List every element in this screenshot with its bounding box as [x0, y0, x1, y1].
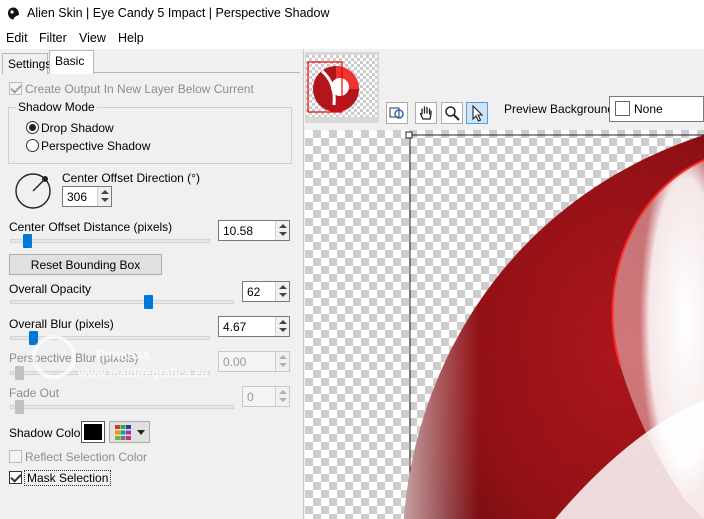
preview-canvas[interactable]: [305, 130, 704, 519]
menu-help[interactable]: Help: [118, 31, 144, 45]
overall-blur-slider[interactable]: [29, 331, 39, 345]
center-offset-distance-label: Center Offset Distance (pixels): [9, 220, 173, 234]
preview-toggle-icon: [389, 107, 404, 119]
fade-out-field[interactable]: 0: [242, 386, 290, 407]
perspective-blur-track[interactable]: [10, 371, 210, 375]
overall-blur-field[interactable]: 4.67: [218, 316, 290, 337]
tab-basic[interactable]: Basic: [49, 50, 94, 74]
shadow-color-fill: [84, 424, 102, 440]
app-icon: [8, 7, 19, 20]
overall-opacity-track[interactable]: [10, 300, 234, 304]
shadow-mode-group: [8, 107, 292, 164]
window-title: Alien Skin | Eye Candy 5 Impact | Perspe…: [27, 6, 330, 20]
center-offset-distance-value: 10.58: [223, 224, 254, 238]
overall-blur-stepper[interactable]: [275, 317, 289, 336]
preview-image: [404, 131, 704, 519]
overall-blur-label: Overall Blur (pixels): [9, 317, 114, 331]
perspective-blur-value: 0.00: [223, 355, 247, 369]
hand-icon: [419, 106, 432, 120]
fade-out-stepper[interactable]: [275, 387, 289, 406]
reflect-selection-color-checkbox[interactable]: [9, 450, 22, 463]
perspective-blur-label: Perspective Blur (pixels): [9, 351, 139, 365]
fade-out-value: 0: [247, 390, 254, 404]
center-offset-distance-stepper[interactable]: [275, 221, 289, 240]
overall-opacity-field[interactable]: 62: [242, 281, 290, 302]
zoom-tool-button[interactable]: [441, 102, 463, 124]
magnifier-icon: [445, 106, 460, 121]
color-grid-icon: [115, 425, 131, 440]
menu-filter[interactable]: Filter: [39, 31, 67, 45]
arrow-pointer-icon: [472, 105, 484, 122]
color-picker-button[interactable]: [109, 421, 150, 443]
shadow-mode-label: Shadow Mode: [16, 100, 97, 114]
perspective-blur-slider[interactable]: [15, 366, 24, 380]
perspective-shadow-radio[interactable]: [26, 139, 39, 152]
select-tool-button[interactable]: [466, 102, 488, 124]
tab-settings[interactable]: Settings: [2, 53, 51, 74]
fade-out-slider[interactable]: [15, 400, 24, 414]
center-offset-distance-track[interactable]: [10, 239, 210, 243]
overall-blur-value: 4.67: [223, 320, 247, 334]
menu-bar: Edit Filter View Help: [0, 28, 704, 49]
center-offset-direction-field[interactable]: 306: [62, 186, 112, 207]
menu-view[interactable]: View: [79, 31, 106, 45]
preview-background-value: None: [634, 102, 663, 116]
hand-tool-button[interactable]: [415, 102, 437, 124]
overall-opacity-slider[interactable]: [143, 295, 153, 309]
menu-edit[interactable]: Edit: [6, 31, 28, 45]
mask-selection-label: Mask Selection: [24, 470, 112, 486]
drop-shadow-label[interactable]: Drop Shadow: [41, 121, 114, 135]
fade-out-label: Fade Out: [9, 386, 60, 400]
perspective-blur-stepper[interactable]: [275, 352, 289, 371]
center-offset-distance-field[interactable]: 10.58: [218, 220, 290, 241]
drop-shadow-radio[interactable]: [26, 121, 39, 134]
create-output-checkbox[interactable]: [9, 82, 22, 95]
shadow-color-swatch[interactable]: [81, 421, 105, 443]
overall-blur-track[interactable]: [10, 336, 210, 340]
reset-bounding-box-button[interactable]: Reset Bounding Box: [9, 254, 162, 275]
direction-dial[interactable]: [13, 171, 53, 211]
center-offset-direction-stepper[interactable]: [97, 187, 111, 206]
overall-opacity-value: 62: [247, 285, 261, 299]
center-offset-direction-label: Center Offset Direction (°): [62, 171, 200, 185]
center-offset-direction-value: 306: [67, 190, 88, 204]
mask-selection-checkbox[interactable]: [9, 471, 22, 484]
center-offset-distance-slider[interactable]: [23, 234, 33, 248]
preview-thumbnail-image[interactable]: [306, 55, 377, 117]
preview-background-label: Preview Background:: [504, 102, 618, 116]
overall-opacity-label: Overall Opacity: [9, 282, 92, 296]
chevron-down-icon: [137, 430, 145, 435]
perspective-blur-field[interactable]: 0.00: [218, 351, 290, 372]
overall-opacity-stepper[interactable]: [275, 282, 289, 301]
fade-out-track[interactable]: [10, 405, 234, 409]
reflect-selection-color-label: Reflect Selection Color: [25, 450, 148, 464]
perspective-shadow-label[interactable]: Perspective Shadow: [41, 139, 150, 153]
zoom-fit-button[interactable]: [386, 102, 408, 124]
create-output-label: Create Output In New Layer Below Current: [25, 82, 254, 96]
shadow-color-label: Shadow Color: [9, 426, 85, 440]
preview-background-swatch: [615, 101, 630, 116]
